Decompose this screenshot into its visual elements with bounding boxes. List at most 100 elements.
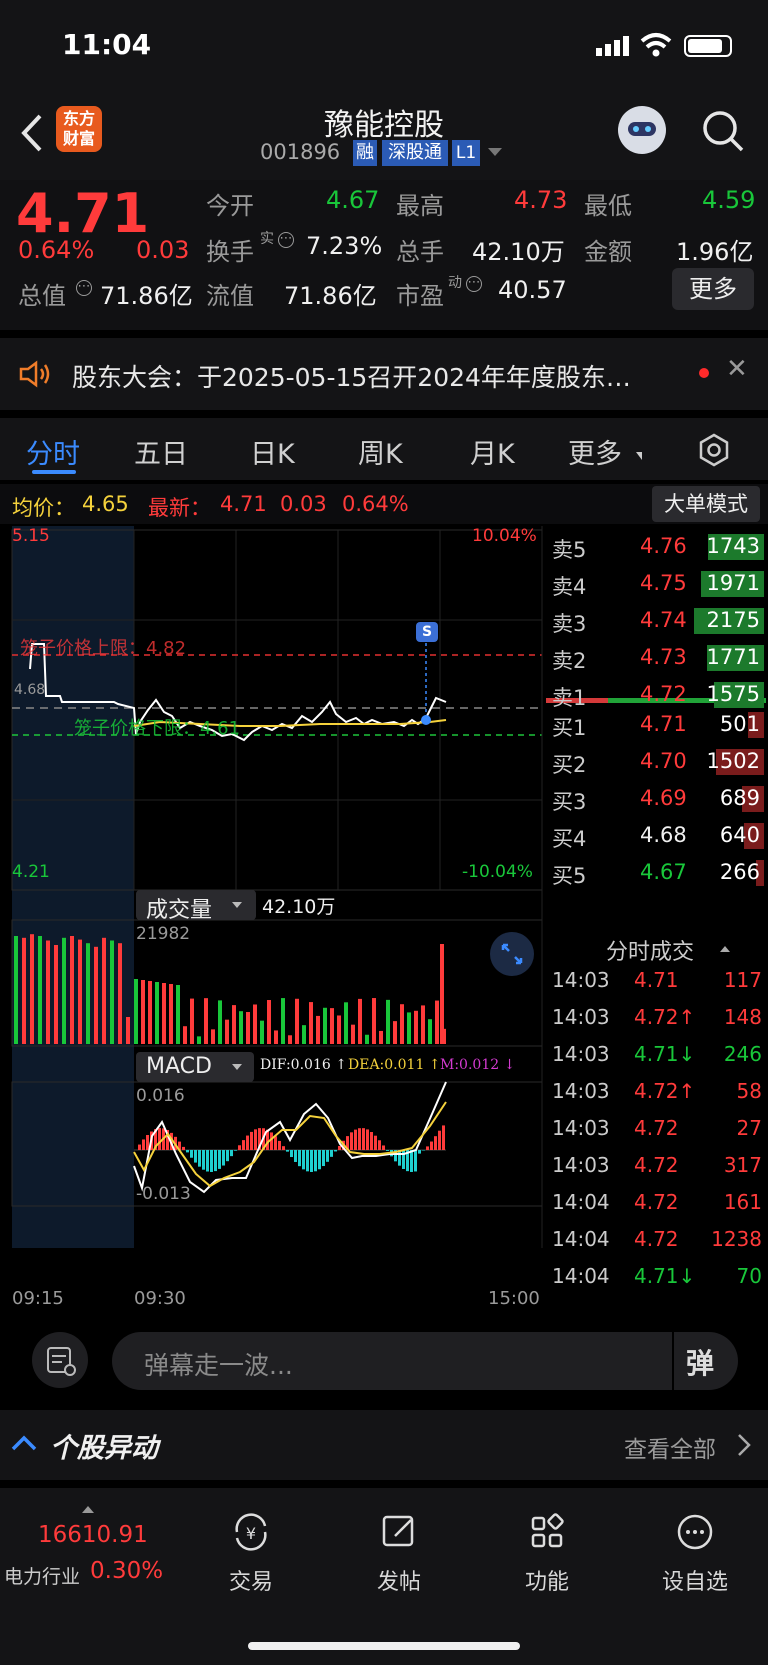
index-value[interactable]: 16610.91 — [38, 1522, 148, 1548]
volume-bar — [155, 982, 159, 1044]
macd-selector[interactable]: MACD — [136, 1052, 254, 1082]
quote-panel: 4.71 0.64% 0.03 总值 ⋯ 71.86亿 今开 4.67 最高 4… — [0, 180, 768, 330]
level-label: 买4 — [552, 827, 587, 851]
lower-limit-label: 笼子价格下限：4.61 — [74, 718, 241, 739]
upper-limit-label: 笼子价格上限：4.82 — [20, 638, 187, 659]
chevron-up-icon[interactable] — [720, 946, 730, 952]
macd-bar — [146, 1135, 149, 1150]
grid-icon[interactable] — [492, 1510, 602, 1562]
trades-title[interactable]: 分时成交 — [606, 934, 694, 966]
volume-bar — [232, 1005, 236, 1044]
trade-price: 4.71↓ — [634, 1042, 696, 1066]
time-open: 09:30 — [134, 1288, 186, 1309]
danmu-bar: 弹幕走一波... 弹 — [0, 1310, 768, 1410]
macd-bar — [218, 1150, 221, 1169]
low-label: 最低 — [584, 192, 632, 220]
danmu-toggle-button[interactable]: 弹 — [686, 1342, 714, 1382]
trade-icon[interactable]: ¥ — [196, 1510, 306, 1562]
macd-bar — [322, 1150, 325, 1167]
battery-icon — [684, 35, 732, 57]
macd-bar — [282, 1146, 285, 1150]
chevron-down-icon — [232, 1064, 242, 1070]
ask-row[interactable]: 卖3 4.74 2175 — [546, 604, 768, 638]
level-price: 4.74 — [640, 608, 687, 632]
trade-time: 14:03 — [552, 1079, 610, 1103]
bid-row[interactable]: 买5 4.67 266 — [546, 856, 768, 890]
volume-bar — [70, 936, 74, 1044]
robot-assistant-icon[interactable] — [618, 106, 666, 154]
chevron-up-icon[interactable] — [82, 1506, 94, 1513]
signal-badge[interactable]: S — [416, 622, 438, 642]
bid-row[interactable]: 买4 4.68 640 — [546, 819, 768, 853]
bid-row[interactable]: 买1 4.71 501 — [546, 708, 768, 742]
volume-bar — [22, 937, 26, 1044]
tab-five-day[interactable]: 五日 — [134, 432, 188, 471]
chart-area: 5.15 4.21 10.04% -10.04% 笼子价格上限：4.82 笼子价… — [0, 526, 768, 1310]
gear-icon[interactable] — [696, 432, 732, 468]
macd-bar — [274, 1136, 277, 1150]
volume-bar — [183, 1026, 187, 1044]
more-button[interactable]: 更多 — [672, 268, 754, 310]
back-button[interactable] — [14, 108, 50, 158]
view-all-link[interactable]: 查看全部 — [624, 1430, 716, 1464]
index-name[interactable]: 电力行业 — [4, 1562, 80, 1589]
danmu-input[interactable]: 弹幕走一波... 弹 — [112, 1332, 738, 1390]
stock-movers-header[interactable]: 个股异动 查看全部 — [0, 1410, 768, 1480]
bid-row[interactable]: 买2 4.70 1502 — [546, 745, 768, 779]
trade-price: 4.71 — [634, 968, 679, 992]
macd-bar — [202, 1150, 205, 1170]
level-label: 买2 — [552, 753, 587, 777]
notice-bar[interactable]: 股东大会：于2025-05-15召开2024年年度股东… ✕ — [0, 338, 768, 410]
macd-bar — [434, 1136, 437, 1150]
tab-intraday[interactable]: 分时 — [26, 432, 80, 471]
trade-volume: 317 — [723, 1153, 762, 1177]
bid-row[interactable]: 买3 4.69 689 — [546, 782, 768, 816]
level-label: 买5 — [552, 864, 587, 888]
volume-selector[interactable]: 成交量 — [136, 890, 256, 923]
trade-time: 14:04 — [552, 1264, 610, 1288]
trade-price: 4.72↑ — [634, 1079, 696, 1103]
volume-bar — [190, 998, 194, 1044]
tab-more[interactable]: 更多 — [568, 432, 622, 471]
macd-bar — [222, 1150, 225, 1166]
corner-caret-icon — [636, 452, 642, 460]
comment-list-icon[interactable] — [32, 1332, 88, 1388]
ask-row[interactable]: 卖4 4.75 1971 — [546, 567, 768, 601]
tab-day-k[interactable]: 日K — [250, 432, 295, 471]
dropdown-caret-icon[interactable] — [488, 148, 502, 156]
tab-month-k[interactable]: 月K — [470, 432, 515, 471]
nav-trade[interactable]: 交易 — [196, 1564, 306, 1596]
info-icon[interactable]: ⋯ — [76, 280, 92, 296]
ask-row[interactable]: 卖5 4.76 1743 — [546, 530, 768, 564]
nav-post[interactable]: 发帖 — [344, 1564, 454, 1596]
macd-bar — [358, 1128, 361, 1150]
search-icon[interactable] — [700, 108, 746, 154]
macd-bar — [362, 1128, 365, 1150]
ask-row[interactable]: 卖2 4.73 1771 — [546, 641, 768, 675]
status-time: 11:04 — [62, 28, 152, 61]
float-label: 流值 — [206, 282, 254, 310]
more-dots-icon[interactable] — [640, 1510, 750, 1562]
big-order-mode-button[interactable]: 大单模式 — [652, 486, 760, 522]
volume-bar — [302, 1025, 306, 1044]
trade-volume: 70 — [736, 1264, 762, 1288]
info-icon[interactable]: ⋯ — [466, 276, 482, 292]
nav-functions[interactable]: 功能 — [492, 1564, 602, 1596]
volume-bar — [323, 1007, 327, 1044]
macd-bar — [246, 1135, 249, 1150]
close-icon[interactable]: ✕ — [726, 354, 748, 384]
level-label: 买1 — [552, 716, 587, 740]
compose-icon[interactable] — [344, 1510, 454, 1562]
macd-bar — [206, 1150, 209, 1172]
trade-volume: 161 — [723, 1190, 762, 1214]
tab-week-k[interactable]: 周K — [358, 432, 403, 471]
volume-bar — [316, 1015, 320, 1044]
info-icon[interactable]: ⋯ — [278, 232, 294, 248]
macd-bar — [158, 1128, 161, 1150]
expand-icon[interactable] — [490, 932, 534, 976]
macd-bar — [294, 1150, 297, 1162]
chevron-right-icon[interactable] — [736, 1432, 752, 1458]
macd-bar — [378, 1140, 381, 1150]
nav-add-watchlist[interactable]: 设自选 — [640, 1564, 750, 1596]
ask-row[interactable]: 卖1 4.72 1575 — [546, 678, 768, 712]
